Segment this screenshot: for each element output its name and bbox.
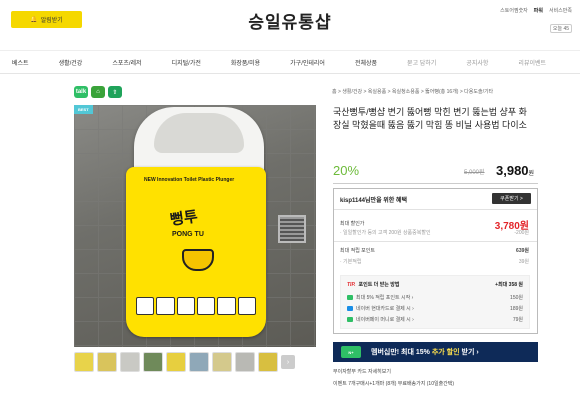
thumbnail[interactable] — [74, 352, 94, 372]
discount-rate: 20% — [333, 163, 360, 178]
util-power: 파워 — [533, 8, 543, 14]
tip-row-value: 150원 — [510, 295, 523, 301]
point-tips-box: TIP. 포인트 더 받는 방법 +최대 358 원 최대 5% 적립 포인트 시… — [340, 275, 530, 329]
divider — [334, 209, 537, 210]
instruction-strip — [136, 297, 256, 315]
header-util: 스토어찜숫자 파워 서비스만족 — [500, 7, 572, 14]
nav-item[interactable]: 리뷰이벤트 — [518, 58, 546, 67]
naver-talk-icon[interactable]: talk — [74, 86, 88, 98]
tip-max: +최대 358 원 — [495, 282, 523, 288]
nav-item[interactable]: 스포츠/레저 — [112, 58, 141, 67]
sale-price-value: 3,980 — [496, 163, 529, 178]
tip-logo: TIP. — [347, 281, 356, 288]
tip-row[interactable]: 최대 5% 적립 포인트 시작 › — [347, 294, 413, 301]
thumbnail[interactable] — [258, 352, 278, 372]
thumbnail[interactable] — [97, 352, 117, 372]
store-icon[interactable]: ⌂ — [91, 86, 105, 98]
membership-banner[interactable]: N+ 멤버십만! 최대 15% 추가 할인 받기 › — [333, 342, 538, 362]
shipping-info: 이벤트 7개구매시+1개마 (8개) 무료배송가지 (10일출간택) — [333, 381, 455, 387]
thumbnail-strip: › — [74, 352, 295, 372]
thumbnail[interactable] — [212, 352, 232, 372]
membership-icon: N+ — [341, 346, 361, 358]
divider — [333, 183, 538, 184]
payment-info[interactable]: 무이자할부 카드 자세히보기 — [333, 368, 391, 375]
store-logo[interactable]: 승일유통샵 — [0, 8, 580, 33]
benefit-box: kisp1144님만을 위한 혜택 쿠폰받기 > 최대 할인가 · 일일할인가 … — [333, 188, 538, 334]
share-tools: talk ⌂ ⇧ — [74, 86, 122, 98]
benefit-heading: kisp1144님만을 위한 혜택 — [340, 198, 407, 204]
sheet-subtitle: PONG TU — [172, 231, 204, 238]
thumbnail[interactable] — [120, 352, 140, 372]
tip-row[interactable]: 네이버페이 머니로 결제 시 › — [347, 316, 414, 323]
product-main-image[interactable]: NEW Innovation Toilet Plastic Plunger 뻥투… — [74, 105, 316, 347]
nav-item[interactable]: 가구/인테리어 — [290, 58, 325, 67]
basic-point-label: · 기본적립 — [340, 259, 362, 265]
tip-title: TIP. 포인트 더 받는 방법 — [347, 281, 400, 289]
point-value: 639원 — [516, 248, 529, 254]
sale-price: 3,980원 — [496, 163, 534, 178]
original-price: 5,000원 — [464, 170, 485, 176]
max-discount-note: · 일일할인가 등의 고객 200원 상품중복할인 — [340, 230, 431, 236]
plunger-sheet: NEW Innovation Toilet Plastic Plunger 뻥투… — [126, 167, 266, 337]
util-service[interactable]: 서비스만족 — [549, 7, 572, 14]
max-discount-diff: -200원 — [514, 230, 529, 236]
nav-item[interactable]: 전체상품 — [355, 58, 377, 67]
toilet-bowl-icon — [182, 249, 214, 271]
thumbnail[interactable] — [166, 352, 186, 372]
point-label: 최대 적립 포인트 — [340, 248, 375, 254]
thumbnail[interactable] — [235, 352, 255, 372]
nav-item[interactable]: 공지사항 — [466, 58, 488, 67]
chevron-right-icon[interactable]: › — [281, 355, 295, 369]
nav-item[interactable]: 디지털/가전 — [172, 58, 201, 67]
recent-count-badge[interactable]: 오늘 45 — [550, 24, 572, 33]
breadcrumb: 홈 > 생활/건강 > 욕실용품 > 욕실청소용품 > 뚫어뻥(총 16개) >… — [332, 89, 494, 95]
sheet-title: 뻥투 — [169, 208, 199, 229]
tip-row[interactable]: 네이버 현대카드로 결제 시 › — [347, 305, 414, 312]
best-badge: BEST — [74, 105, 93, 114]
member-suffix: 받기 › — [461, 349, 479, 356]
nav-item[interactable]: 화장품/미용 — [231, 58, 260, 67]
coupon-button[interactable]: 쿠폰받기 > — [492, 193, 531, 204]
share-icon[interactable]: ⇧ — [108, 86, 122, 98]
tip-row-value: 189원 — [510, 306, 523, 312]
sheet-headline: NEW Innovation Toilet Plastic Plunger — [144, 177, 235, 183]
util-store-like[interactable]: 스토어찜숫자 — [500, 7, 528, 14]
nav-item[interactable]: 생활/건강 — [59, 58, 83, 67]
sale-price-unit: 원 — [528, 171, 535, 177]
nav-item[interactable]: 묻고 답하기 — [407, 58, 436, 67]
tip-row-value: 79원 — [512, 317, 523, 323]
product-title: 국산뻥투/뻥샵 변기 뚫어뻥 막힌 변기 뚫는법 샹푸 화장실 막혔을때 뚫음 … — [333, 107, 527, 130]
divider — [334, 241, 537, 242]
member-highlight: 추가 할인 — [431, 349, 460, 356]
basic-point-value: 39원 — [518, 259, 529, 265]
thumbnail[interactable] — [189, 352, 209, 372]
thumbnail[interactable] — [143, 352, 163, 372]
nav-item[interactable]: 베스트 — [12, 58, 29, 67]
floor-drain — [278, 215, 306, 243]
member-prefix: 멤버십만! 최대 15% — [371, 349, 430, 356]
max-discount-label: 최대 할인가 — [340, 221, 365, 227]
category-nav: 베스트 생활/건강 스포츠/레저 디지털/가전 화장품/미용 가구/인테리어 전체상품 묻고 … — [0, 50, 580, 74]
